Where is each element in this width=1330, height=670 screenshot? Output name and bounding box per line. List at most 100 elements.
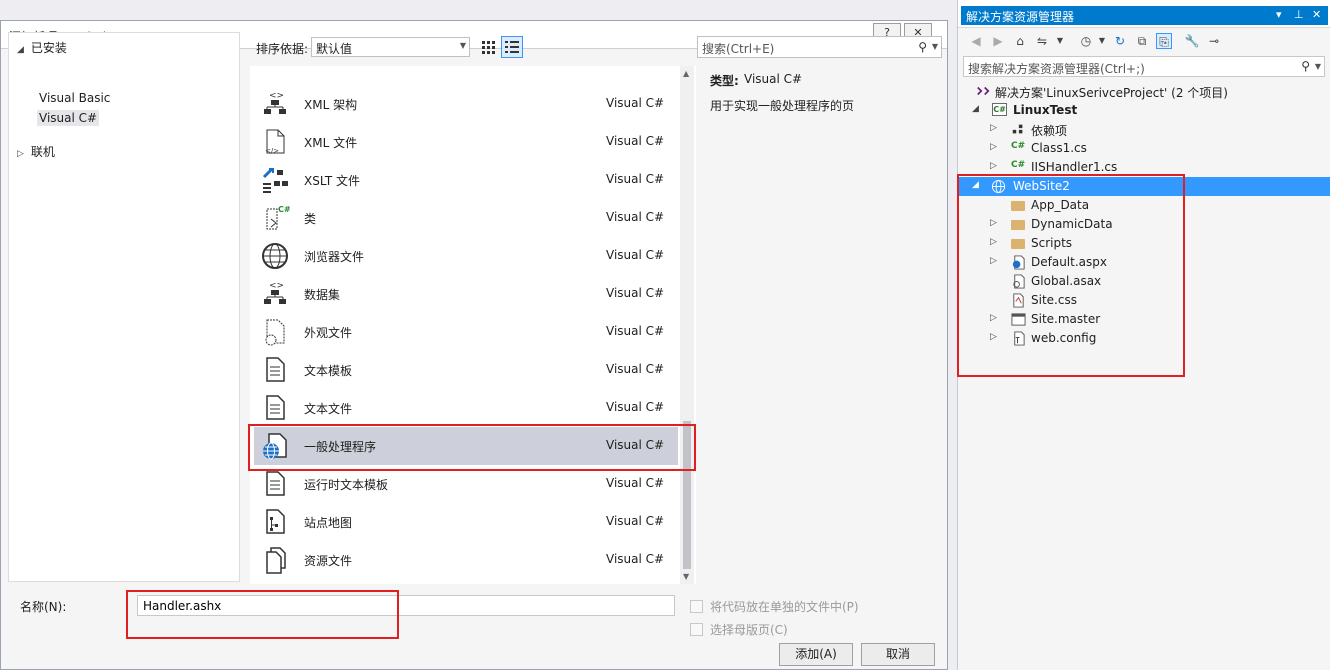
tree-item-visual-basic[interactable]: Visual Basic [37,90,112,106]
svg-text:C#: C# [278,205,290,214]
text-file-icon [260,393,290,423]
chevron-down-icon[interactable]: ▼ [932,42,938,51]
info-description: 用于实现一般处理程序的页 [710,99,855,113]
template-item-name: 文本模板 [304,364,353,378]
template-item[interactable]: 浏览器文件 Visual C# [254,237,678,275]
expand-triangle-icon[interactable]: ▷ [990,123,997,133]
dropdown-icon[interactable]: ▾ [1276,8,1282,21]
template-item-type: Visual C# [606,210,665,224]
svg-text:<>: <> [269,281,284,291]
master-page-checkbox[interactable] [690,623,703,636]
list-view-button[interactable] [501,36,523,58]
collapse-all-icon[interactable]: ⧉ [1134,33,1150,49]
template-item-type: Visual C# [606,172,665,186]
forward-icon[interactable]: ▶ [990,33,1006,49]
template-category-tree: ◢ 已安装 Visual Basic Visual C# ▷ 联机 [8,32,240,582]
dependencies-icon [1011,122,1027,137]
template-item-name: 资源文件 [304,554,353,568]
info-type-value: Visual C# [744,72,803,86]
sort-dropdown[interactable]: 默认值 ▼ [311,37,470,57]
tree-item[interactable]: ▷ 依赖项 [958,120,1330,139]
add-button[interactable]: 添加(A) [779,643,853,666]
scroll-up-icon[interactable]: ▲ [683,69,689,78]
skin-file-icon [260,317,290,347]
separate-code-checkbox-row[interactable]: 将代码放在单独的文件中(P) [690,598,859,615]
browser-file-icon [260,241,290,271]
template-item[interactable]: C# 类 Visual C# [254,199,678,237]
chevron-down-icon[interactable]: ▼ [1315,62,1321,71]
master-page-checkbox-row[interactable]: 选择母版页(C) [690,621,788,638]
template-item-name: 数据集 [304,288,341,302]
template-item-type: Visual C# [606,362,665,376]
csharp-file-icon: C# [1011,160,1026,170]
sync-view-icon[interactable]: ⇋ [1034,33,1050,49]
template-item[interactable]: <> XML 架构 Visual C# [254,85,678,123]
template-item[interactable]: <> 数据集 Visual C# [254,275,678,313]
refresh-icon[interactable]: ↻ [1112,33,1128,49]
template-search-input[interactable]: 搜索(Ctrl+E) ⚲ ▼ [697,36,942,58]
template-item-name: 类 [304,212,317,226]
template-item-name: 站点地图 [304,516,353,530]
search-icon[interactable]: ⚲ [1301,59,1310,73]
template-item[interactable]: 文本模板 Visual C# [254,351,678,389]
svg-text:<>: <> [269,91,284,101]
tree-item-visual-csharp[interactable]: Visual C# [37,110,100,126]
text-template-icon [260,355,290,385]
chevron-down-icon[interactable]: ▼ [1094,33,1110,49]
template-item[interactable]: 文本文件 Visual C# [254,389,678,427]
show-all-files-icon[interactable]: ⎘ [1156,33,1172,49]
template-item-name: 外观文件 [304,326,353,340]
solution-explorer-toolbar: ◀ ▶ ⌂ ⇋ ▼ ◷ ▼ ↻ ⧉ ⎘ 🔧 ⊸ [958,28,1330,54]
chevron-down-icon[interactable]: ▼ [1052,33,1068,49]
expand-triangle-icon[interactable]: ▷ [990,161,997,171]
properties-wrench-icon[interactable]: 🔧 [1184,33,1200,49]
history-icon[interactable]: ◷ [1078,33,1094,49]
template-item[interactable]: XSLT 文件 Visual C# [254,161,678,199]
template-item[interactable]: 资源文件 Visual C# [254,541,678,579]
highlight-box-name-input [126,590,399,639]
project-linuxtest[interactable]: ◢ C# LinuxTest [958,101,1330,120]
back-icon[interactable]: ◀ [968,33,984,49]
home-icon[interactable]: ⌂ [1012,33,1028,49]
expand-triangle-icon[interactable]: ▷ [17,149,27,159]
collapse-triangle-icon[interactable]: ◢ [972,104,979,114]
list-scrollbar[interactable]: ▲ ▼ [680,66,694,584]
template-item-name: 浏览器文件 [304,250,365,264]
solution-search-input[interactable]: 搜索解决方案资源管理器(Ctrl+;) ⚲ ▼ [963,56,1325,77]
separate-code-checkbox[interactable] [690,600,703,613]
search-icon[interactable]: ⚲ [918,40,927,54]
small-icons-view-button[interactable] [477,36,499,58]
template-item-type: Visual C# [606,96,665,110]
template-item[interactable]: 站点地图 Visual C# [254,503,678,541]
sort-label: 排序依据: [256,42,309,56]
template-item-type: Visual C# [606,400,665,414]
pin-icon[interactable]: ⊥ [1294,8,1304,21]
solution-node[interactable]: 解决方案'LinuxSerivceProject' (2 个项目) [958,82,1330,101]
preview-icon[interactable]: ⊸ [1206,33,1222,49]
template-item-type: Visual C# [606,514,665,528]
chevron-down-icon: ▼ [459,41,466,50]
template-item-type: Visual C# [606,134,665,148]
solution-explorer-title: 解决方案资源管理器 [966,10,1075,24]
tree-node-online[interactable]: ▷ 联机 [17,143,55,160]
tree-item[interactable]: ▷ C# Class1.cs [958,139,1330,158]
template-item[interactable]: </> XML 文件 Visual C# [254,123,678,161]
expand-triangle-icon[interactable]: ▷ [990,142,997,152]
xslt-file-icon [260,165,290,195]
template-item-type: Visual C# [606,552,665,566]
csharp-project-icon: C# [992,103,1007,116]
tree-node-installed[interactable]: ◢ 已安装 [17,39,67,56]
cancel-button[interactable]: 取消 [861,643,935,666]
collapse-triangle-icon[interactable]: ◢ [17,45,27,55]
template-item-type: Visual C# [606,286,665,300]
template-item[interactable]: 外观文件 Visual C# [254,313,678,351]
info-type-label: 类型: [710,74,739,88]
scroll-down-icon[interactable]: ▼ [683,572,689,581]
close-icon[interactable]: ✕ [1312,8,1321,21]
template-item-type: Visual C# [606,324,665,338]
grid-view-icon [482,41,495,54]
dataset-icon: <> [260,279,290,309]
runtime-template-icon [260,469,290,499]
template-item-name: XML 文件 [304,136,358,150]
xml-schema-icon: <> [260,89,290,119]
